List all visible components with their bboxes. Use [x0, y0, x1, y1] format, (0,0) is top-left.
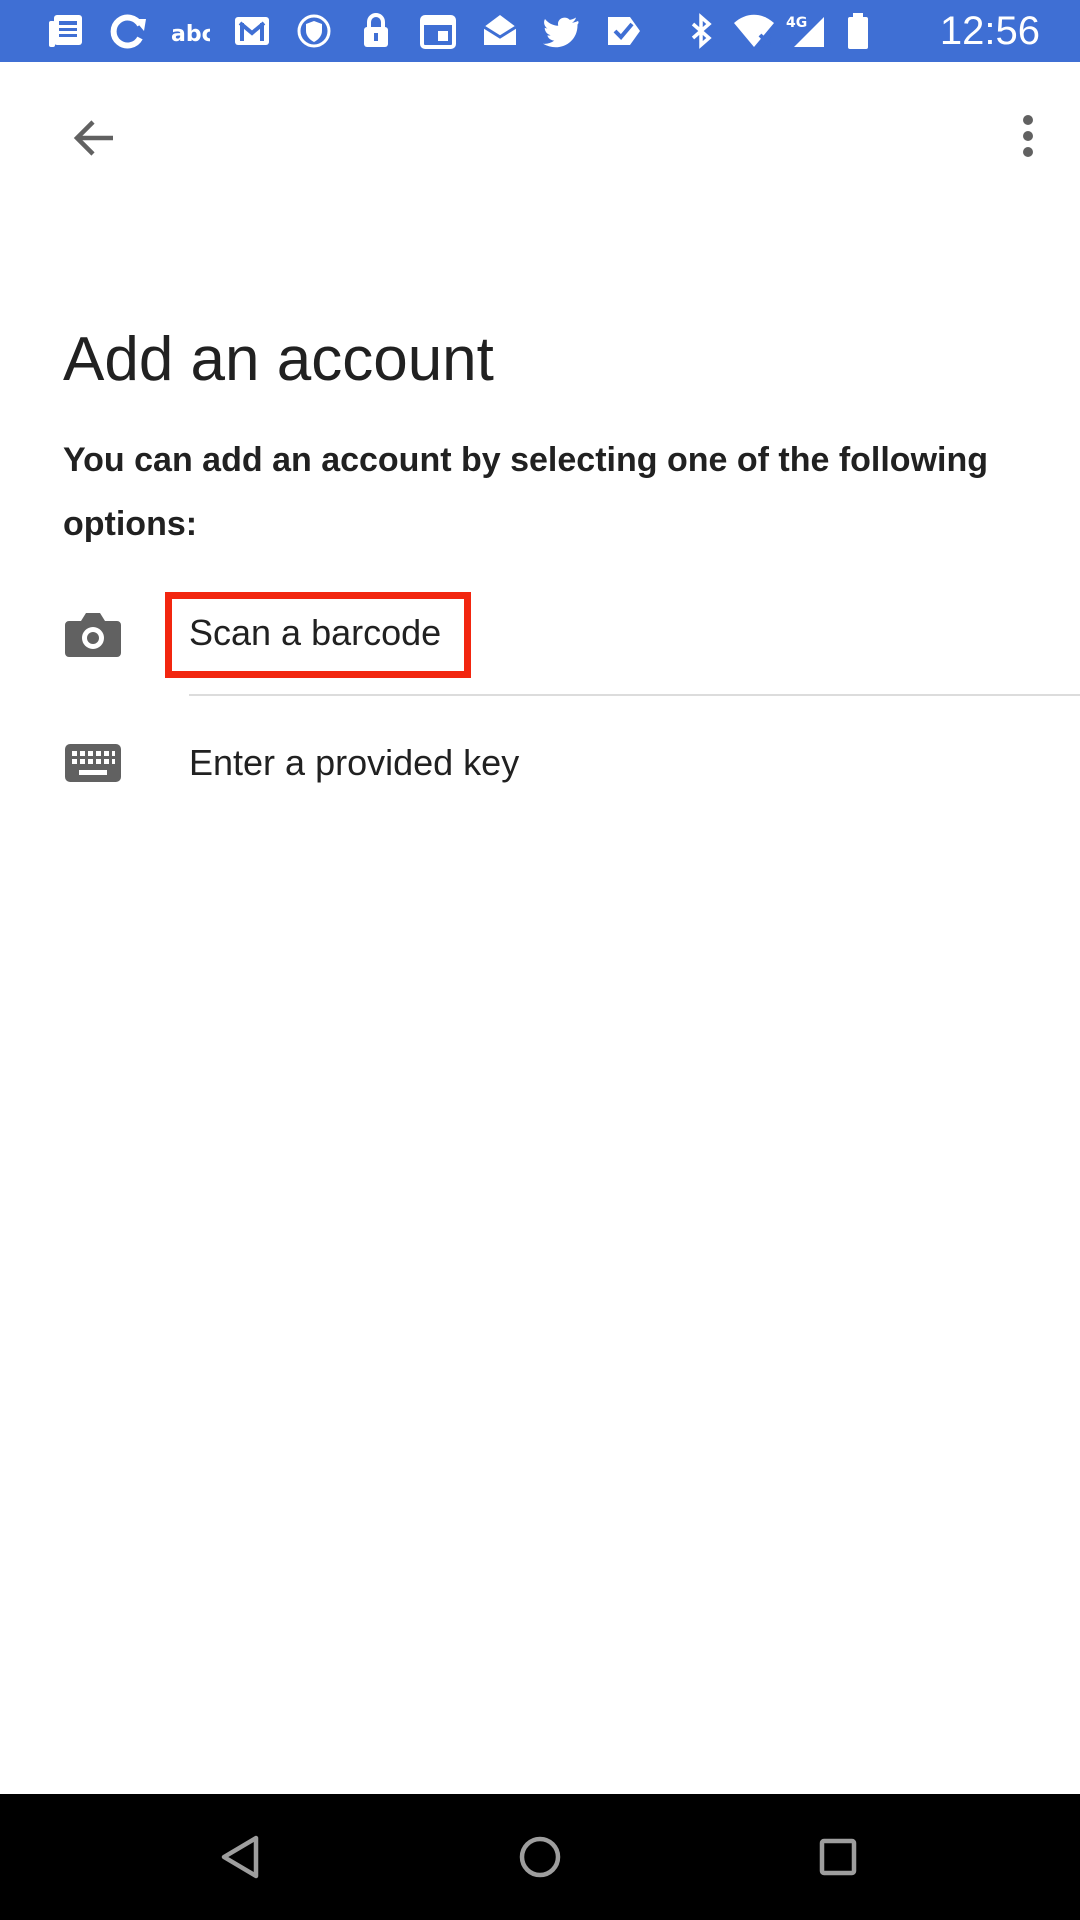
nav-back-button[interactable]	[203, 1819, 279, 1895]
status-bar: abc 4G 12:56	[0, 0, 1080, 62]
nav-recents-button[interactable]	[800, 1819, 876, 1895]
option-divider	[189, 694, 1080, 696]
nav-home-icon	[519, 1836, 561, 1878]
scan-barcode-label: Scan a barcode	[189, 612, 442, 653]
svg-text:abc: abc	[171, 22, 210, 47]
calendar-icon	[416, 9, 460, 53]
navigation-bar	[0, 1794, 1080, 1920]
wifi-icon	[732, 9, 776, 53]
bluetooth-icon	[680, 9, 724, 53]
cellular-signal-icon: 4G	[784, 9, 828, 53]
system-icons: 4G	[680, 8, 880, 54]
abc-icon: abc	[168, 9, 212, 53]
tasks-icon	[602, 9, 646, 53]
camera-icon	[63, 603, 123, 663]
page-title: Add an account	[63, 325, 494, 394]
network-type-label: 4G	[786, 15, 807, 31]
sync-icon	[106, 9, 150, 53]
nav-home-button[interactable]	[502, 1819, 578, 1895]
page-description: You can add an account by selecting one …	[63, 441, 989, 543]
arrow-back-icon	[73, 120, 113, 156]
twitter-icon	[540, 9, 584, 53]
enter-key-label: Enter a provided key	[189, 742, 520, 783]
back-button[interactable]	[58, 102, 130, 174]
lock-hand-icon	[354, 9, 398, 53]
enter-key-option[interactable]: Enter a provided key	[0, 700, 1080, 826]
nav-back-icon	[221, 1835, 259, 1879]
notification-icons: abc	[44, 8, 646, 54]
news-icon	[44, 9, 88, 53]
keyboard-icon	[63, 733, 123, 793]
vpn-shield-icon	[292, 9, 336, 53]
battery-icon	[836, 9, 880, 53]
scan-barcode-option[interactable]: Scan a barcode	[0, 570, 1080, 696]
more-vert-icon	[1023, 115, 1033, 157]
gmail-icon	[230, 9, 274, 53]
email-icon	[478, 9, 522, 53]
status-clock: 12:56	[939, 9, 1040, 53]
more-options-button[interactable]	[992, 100, 1064, 172]
nav-recents-icon	[819, 1838, 857, 1876]
